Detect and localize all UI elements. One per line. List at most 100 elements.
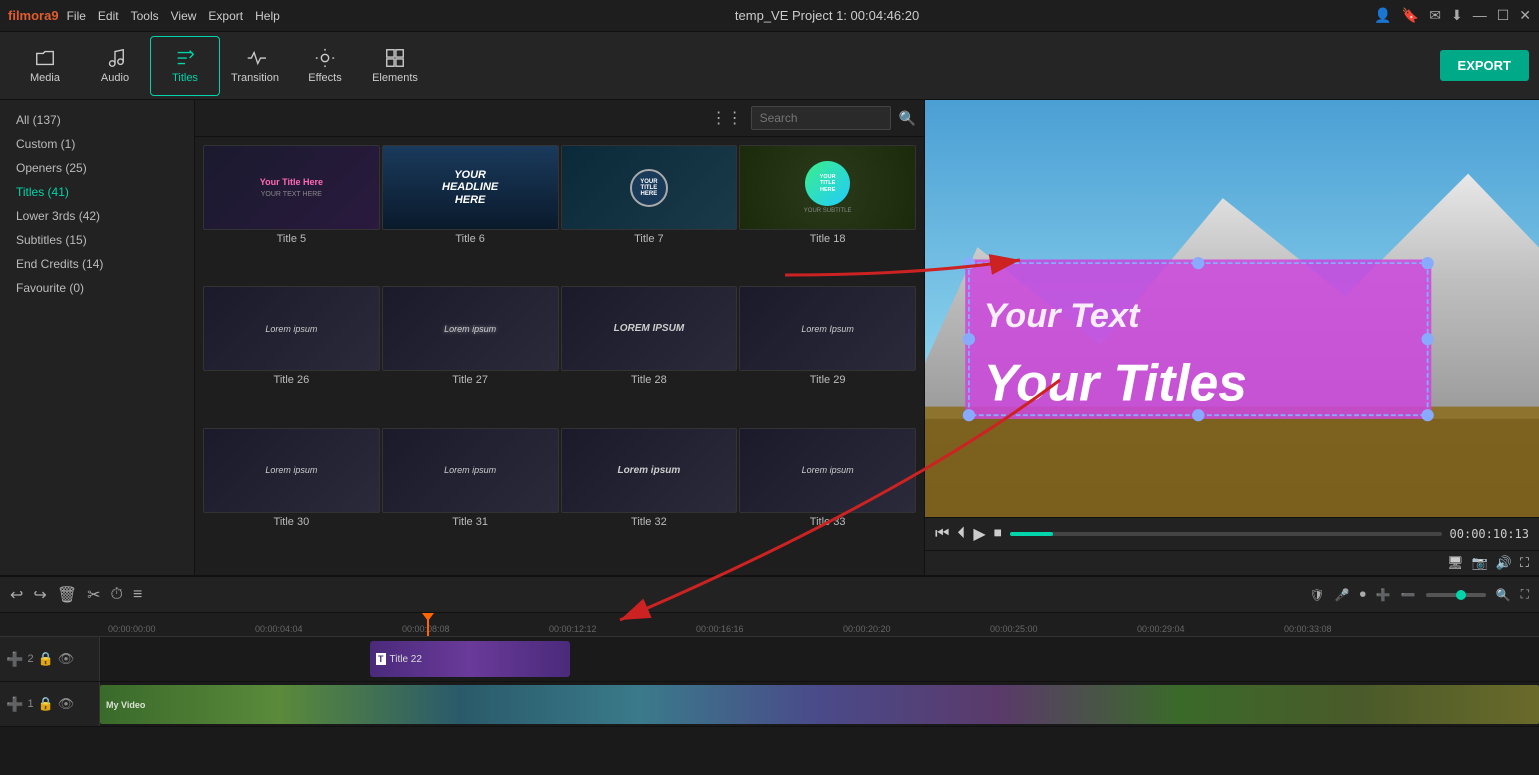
preview-progress-bar[interactable] bbox=[1010, 532, 1442, 536]
search-input[interactable] bbox=[751, 106, 891, 130]
thumb-title31[interactable]: Lorem ipsum Title 31 bbox=[382, 428, 559, 567]
thumb-t28-text: LOREM IPSUM bbox=[614, 323, 685, 334]
maximize-button[interactable]: ☐ bbox=[1497, 7, 1510, 24]
minimize-button[interactable]: — bbox=[1473, 7, 1487, 24]
track-add-icon-1[interactable]: ➕ bbox=[6, 696, 23, 713]
tl-minus-button[interactable]: ➖ bbox=[1401, 588, 1416, 602]
close-button[interactable]: ✕ bbox=[1519, 7, 1531, 24]
content-toolbar: ⋮⋮ 🔍 bbox=[195, 100, 924, 137]
preview-controls: ⏮ ⏴ ▶ ⏹ 00:00:10:13 bbox=[925, 517, 1539, 550]
thumb-title7[interactable]: YOURTITLEHERE Title 7 bbox=[561, 145, 738, 284]
tl-add-button[interactable]: ➕ bbox=[1376, 588, 1391, 602]
sidebar-item-openers[interactable]: Openers (25) bbox=[0, 156, 194, 180]
title-bar: filmora9 File Edit Tools View Export Hel… bbox=[0, 0, 1539, 32]
sidebar-item-custom[interactable]: Custom (1) bbox=[0, 132, 194, 156]
tl-clock-button[interactable]: ⏱ bbox=[111, 586, 123, 604]
account-icon[interactable]: 👤 bbox=[1374, 7, 1391, 24]
menu-export[interactable]: Export bbox=[208, 9, 243, 23]
bookmark-icon[interactable]: 🔖 bbox=[1402, 7, 1419, 24]
toolbar-media-label: Media bbox=[30, 72, 60, 84]
track-content-1: My Video bbox=[100, 682, 1539, 726]
main-area: All (137) Custom (1) Openers (25) Titles… bbox=[0, 100, 1539, 575]
thumb-title6[interactable]: YOURHEADLINEHERE Title 6 bbox=[382, 145, 559, 284]
thumb-title18[interactable]: YOURTITLEHERE YOUR SUBTITLE Title 18 bbox=[739, 145, 916, 284]
thumb-title29[interactable]: Lorem Ipsum Title 29 bbox=[739, 286, 916, 425]
thumb-t26-text: Lorem ipsum bbox=[265, 324, 317, 334]
tl-undo-button[interactable]: ↩ bbox=[10, 585, 23, 605]
toolbar-elements[interactable]: Elements bbox=[360, 36, 430, 96]
track-lock-icon[interactable]: 🔒 bbox=[38, 651, 54, 667]
thumb-t29-text: Lorem Ipsum bbox=[801, 324, 854, 334]
toolbar-titles[interactable]: Titles bbox=[150, 36, 220, 96]
tl-indent-button[interactable]: ≡ bbox=[133, 586, 142, 604]
toolbar-media[interactable]: Media bbox=[10, 36, 80, 96]
track-clip-title22[interactable]: T Title 22 bbox=[370, 641, 570, 677]
tl-mic-button[interactable]: 🎤 bbox=[1335, 588, 1350, 602]
tl-record-button[interactable]: ⏺ bbox=[1360, 587, 1366, 602]
preview-panel: Your Text Your Titles ⏮ ⏴ ▶ ⏹ 00:00:10:1… bbox=[924, 100, 1539, 575]
menu-file[interactable]: File bbox=[67, 9, 86, 23]
search-button[interactable]: 🔍 bbox=[899, 110, 916, 127]
tl-cut-button[interactable]: ✂ bbox=[87, 585, 100, 605]
export-button[interactable]: EXPORT bbox=[1440, 50, 1529, 81]
thumb-title30[interactable]: Lorem ipsum Title 30 bbox=[203, 428, 380, 567]
menu-view[interactable]: View bbox=[171, 9, 197, 23]
stop-button[interactable]: ⏹ bbox=[994, 525, 1002, 543]
title-bar-left: filmora9 File Edit Tools View Export Hel… bbox=[8, 8, 280, 23]
thumb-t18-circle: YOURTITLEHERE bbox=[805, 161, 850, 206]
menu-tools[interactable]: Tools bbox=[131, 9, 159, 23]
sidebar-item-titles[interactable]: Titles (41) bbox=[0, 180, 194, 204]
render-button[interactable]: 🖥 bbox=[1447, 555, 1464, 571]
volume-button[interactable]: 🔊 bbox=[1496, 555, 1512, 571]
tl-expand-button[interactable]: ⛶ bbox=[1521, 587, 1529, 602]
timeline-toolbar: ↩ ↪ 🗑 ✂ ⏱ ≡ 🛡 🎤 ⏺ ➕ ➖ 🔍 ⛶ bbox=[0, 577, 1539, 613]
text-icon bbox=[174, 47, 196, 69]
sidebar-item-subtitles[interactable]: Subtitles (15) bbox=[0, 228, 194, 252]
track-eye-icon[interactable]: 👁 bbox=[58, 651, 75, 667]
toolbar-transition[interactable]: Transition bbox=[220, 36, 290, 96]
menu-help[interactable]: Help bbox=[255, 9, 280, 23]
tl-delete-button[interactable]: 🗑 bbox=[57, 585, 77, 605]
tl-zoom-icon[interactable]: 🔍 bbox=[1496, 588, 1511, 602]
download-icon[interactable]: ⬇ bbox=[1451, 7, 1463, 24]
grid-view-icon[interactable]: ⋮⋮ bbox=[711, 108, 743, 128]
thumb-t32-text: Lorem ipsum bbox=[617, 465, 680, 476]
thumb-title32[interactable]: Lorem ipsum Title 32 bbox=[561, 428, 738, 567]
tl-shield-button[interactable]: 🛡 bbox=[1310, 588, 1325, 602]
fullscreen-button[interactable]: ⛶ bbox=[1520, 555, 1529, 571]
play-button[interactable]: ▶ bbox=[973, 524, 985, 544]
thumb-title27[interactable]: Lorem ipsum Title 27 bbox=[382, 286, 559, 425]
ruler-mark-7: 00:00:29:04 bbox=[1137, 624, 1284, 634]
toolbar-audio-label: Audio bbox=[101, 72, 129, 84]
preview-bg-svg: Your Text Your Titles bbox=[925, 100, 1539, 517]
thumb-title33[interactable]: Lorem ipsum Title 33 bbox=[739, 428, 916, 567]
thumb-title28[interactable]: LOREM IPSUM Title 28 bbox=[561, 286, 738, 425]
toolbar-elements-label: Elements bbox=[372, 72, 418, 84]
menu-edit[interactable]: Edit bbox=[98, 9, 119, 23]
thumb-t5-maintxt: Your Title Here bbox=[260, 177, 323, 187]
sidebar-item-all[interactable]: All (137) bbox=[0, 108, 194, 132]
track-lock-icon-1[interactable]: 🔒 bbox=[38, 696, 54, 712]
sidebar-item-lower3rds[interactable]: Lower 3rds (42) bbox=[0, 204, 194, 228]
tl-zoom-slider[interactable] bbox=[1426, 593, 1486, 597]
sidebar-item-endcredits[interactable]: End Credits (14) bbox=[0, 252, 194, 276]
thumbnails-grid: Your Title Here YOUR TEXT HERE Title 5 Y… bbox=[195, 137, 924, 575]
mail-icon[interactable]: ✉ bbox=[1429, 7, 1441, 24]
preview-video: Your Text Your Titles bbox=[925, 100, 1539, 517]
sidebar-item-favourite[interactable]: Favourite (0) bbox=[0, 276, 194, 300]
skip-back-button[interactable]: ⏮ bbox=[935, 525, 949, 543]
toolbar-effects[interactable]: Effects bbox=[290, 36, 360, 96]
tl-redo-button[interactable]: ↪ bbox=[33, 585, 46, 605]
video-clip-strip[interactable]: My Video bbox=[100, 685, 1539, 724]
thumb-t18-inner: YOURTITLEHERE bbox=[820, 174, 836, 194]
toolbar-audio[interactable]: Audio bbox=[80, 36, 150, 96]
sidebar: All (137) Custom (1) Openers (25) Titles… bbox=[0, 100, 195, 575]
track-eye-icon-1[interactable]: 👁 bbox=[58, 696, 75, 712]
track-row-1: ➕ 1 🔒 👁 My Video bbox=[0, 682, 1539, 727]
thumb-title26[interactable]: Lorem ipsum Title 26 bbox=[203, 286, 380, 425]
thumb-title5[interactable]: Your Title Here YOUR TEXT HERE Title 5 bbox=[203, 145, 380, 284]
track-add-icon[interactable]: ➕ bbox=[6, 651, 23, 668]
step-back-button[interactable]: ⏴ bbox=[957, 525, 965, 543]
music-icon bbox=[104, 47, 126, 69]
screenshot-button[interactable]: 📷 bbox=[1472, 555, 1488, 571]
